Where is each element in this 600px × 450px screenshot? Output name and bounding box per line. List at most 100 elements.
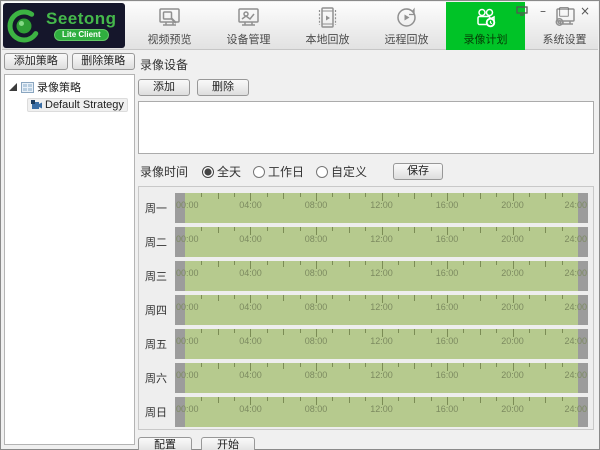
delete-device-button[interactable]: 删除 — [197, 79, 249, 96]
hour-tick — [348, 397, 350, 403]
tab-remote-playback[interactable]: 远程回放 — [367, 2, 446, 50]
time-tick-label: 24:00 — [564, 404, 587, 414]
hour-tick — [365, 363, 367, 367]
hour-tick — [299, 261, 301, 265]
radio-label: 工作日 — [268, 165, 305, 179]
day-timeline-bar[interactable]: 00:00 04:00 08:00 12:00 16:00 20:00 24:00 — [175, 329, 588, 359]
hour-tick — [430, 193, 432, 197]
hour-tick — [217, 397, 219, 403]
hour-tick — [283, 227, 285, 233]
config-button[interactable]: 配置 — [138, 437, 192, 450]
tree-root-label: 录像策略 — [37, 82, 81, 94]
radio-workday[interactable]: 工作日 — [253, 163, 304, 180]
time-tick-label: 16:00 — [435, 404, 459, 414]
hour-tick — [414, 397, 416, 403]
day-timeline-bar[interactable]: 00:00 04:00 08:00 12:00 16:00 20:00 24:00 — [175, 363, 588, 393]
radio-label: 自定义 — [331, 165, 368, 179]
hour-tick — [545, 193, 547, 199]
day-timeline-bar[interactable]: 00:00 04:00 08:00 12:00 16:00 20:00 24:00 — [175, 397, 588, 427]
start-button[interactable]: 开始 — [201, 437, 255, 450]
schedule-row: 周六 00:00 04:00 08:00 12:00 16:00 20:00 24:00 — [142, 363, 588, 393]
time-tick-label: 12:00 — [370, 302, 393, 312]
time-tick-label: 00:00 — [176, 302, 199, 312]
day-timeline-bar[interactable]: 00:00 04:00 08:00 12:00 16:00 20:00 24:00 — [175, 227, 588, 257]
recording-span[interactable]: 00:00 04:00 08:00 12:00 16:00 20:00 24:00 — [176, 227, 587, 257]
recording-span[interactable]: 00:00 04:00 08:00 12:00 16:00 20:00 24:00 — [176, 397, 587, 427]
tab-label: 系统设置 — [542, 34, 587, 46]
recording-span[interactable]: 00:00 04:00 08:00 12:00 16:00 20:00 24:00 — [176, 261, 587, 291]
hour-tick — [332, 193, 334, 197]
time-tick-label: 24:00 — [564, 234, 587, 244]
tray-icon[interactable] — [515, 5, 529, 17]
time-tick-label: 12:00 — [370, 370, 393, 380]
day-timeline-bar[interactable]: 00:00 04:00 08:00 12:00 16:00 20:00 24:00 — [175, 193, 588, 223]
close-button[interactable]: × — [578, 5, 592, 17]
time-tick-label: 00:00 — [176, 336, 199, 346]
day-timeline-bar[interactable]: 00:00 04:00 08:00 12:00 16:00 20:00 24:00 — [175, 295, 588, 325]
hour-tick — [463, 397, 465, 401]
hour-tick — [234, 295, 236, 299]
time-tick-label: 08:00 — [304, 370, 328, 380]
custom-radio[interactable] — [316, 165, 329, 178]
hour-tick — [348, 329, 350, 335]
tree-child-label: Default Strategy — [45, 99, 124, 111]
hour-tick — [266, 397, 268, 401]
recording-span[interactable]: 00:00 04:00 08:00 12:00 16:00 20:00 24:00 — [176, 363, 587, 393]
hour-tick — [430, 295, 432, 299]
hour-tick — [332, 227, 334, 231]
time-tick-label: 20:00 — [501, 234, 524, 244]
time-tick-label: 24:00 — [564, 302, 587, 312]
time-tick-label: 12:00 — [370, 200, 393, 210]
schedule-row: 周一 00:00 04:00 08:00 12:00 16:00 20:00 24:00 — [142, 193, 588, 223]
hour-tick — [348, 363, 350, 369]
hour-tick — [561, 397, 563, 401]
tab-record-plan[interactable]: 录像计划 — [446, 2, 525, 50]
record-plan-icon — [477, 8, 496, 28]
local-playback-icon — [318, 7, 337, 28]
tab-device-manage[interactable]: 设备管理 — [209, 2, 288, 50]
day-timeline-bar[interactable]: 00:00 04:00 08:00 12:00 16:00 20:00 24:00 — [175, 261, 588, 291]
time-tick-label: 20:00 — [501, 370, 524, 380]
hour-tick — [283, 363, 285, 369]
recording-span[interactable]: 00:00 04:00 08:00 12:00 16:00 20:00 24:00 — [176, 329, 587, 359]
hour-tick — [528, 261, 530, 265]
time-tick-label: 24:00 — [564, 268, 587, 278]
record-plan-panel: 录像设备 添加 删除 录像时间 全天 工作日 自定义 保存 周一 00:00 0… — [138, 51, 594, 450]
hour-tick — [496, 363, 498, 367]
hour-tick — [397, 227, 399, 231]
delete-strategy-button[interactable]: 删除策略 — [71, 53, 135, 70]
radio-label: 全天 — [217, 165, 242, 179]
radio-custom[interactable]: 自定义 — [316, 163, 367, 180]
hour-tick — [430, 363, 432, 367]
time-tick-label: 04:00 — [239, 370, 262, 380]
time-tick-label: 04:00 — [239, 336, 262, 346]
hour-tick — [545, 295, 547, 301]
time-tick-label: 16:00 — [435, 302, 459, 312]
tree-node-default-strategy[interactable]: Default Strategy — [27, 98, 128, 112]
tab-local-playback[interactable]: 本地回放 — [288, 2, 367, 50]
hour-tick — [479, 227, 481, 233]
hour-tick — [397, 329, 399, 333]
hour-tick — [479, 329, 481, 335]
tree-node-record-strategy[interactable]: 录像策略 — [7, 78, 132, 96]
add-device-button[interactable]: 添加 — [138, 79, 190, 96]
minimize-button[interactable]: – — [536, 5, 550, 17]
time-tick-label: 20:00 — [501, 404, 524, 414]
time-tick-label: 16:00 — [435, 268, 459, 278]
workday-radio[interactable] — [253, 165, 266, 178]
all-day-radio[interactable] — [202, 165, 215, 178]
add-strategy-button[interactable]: 添加策略 — [4, 53, 68, 70]
time-tick-label: 08:00 — [304, 268, 328, 278]
time-tick-label: 08:00 — [304, 302, 328, 312]
tab-video-preview[interactable]: 视频预览 — [130, 2, 209, 50]
save-button[interactable]: 保存 — [393, 163, 444, 180]
recording-span[interactable]: 00:00 04:00 08:00 12:00 16:00 20:00 24:00 — [176, 295, 587, 325]
tree-expander-icon[interactable] — [9, 83, 17, 91]
maximize-button[interactable]: □ — [557, 5, 571, 17]
device-list[interactable] — [138, 101, 594, 154]
hour-tick — [299, 295, 301, 299]
hour-tick — [414, 193, 416, 199]
radio-all-day[interactable]: 全天 — [202, 163, 241, 180]
hour-tick — [561, 363, 563, 367]
recording-span[interactable]: 00:00 04:00 08:00 12:00 16:00 20:00 24:00 — [176, 193, 587, 223]
